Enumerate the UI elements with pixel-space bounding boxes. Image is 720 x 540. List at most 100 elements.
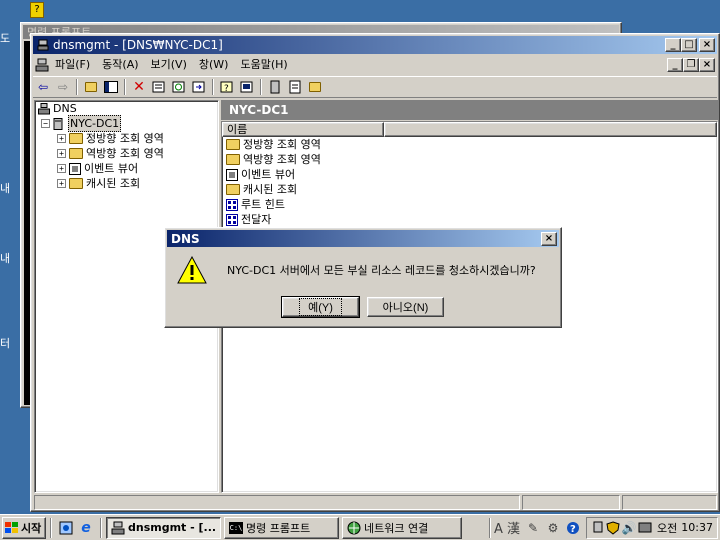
security-shield-icon[interactable] — [605, 519, 621, 537]
collapse-toggle[interactable]: − — [41, 119, 50, 128]
dialog-close-button[interactable]: × — [541, 231, 557, 246]
sound-icon[interactable]: 🔊 — [621, 519, 637, 537]
export-icon[interactable] — [189, 78, 209, 96]
system-tray: 🔊 오전 10:37 — [586, 516, 718, 539]
task-dnsmgmt[interactable]: dnsmgmt - [... — [106, 516, 221, 539]
maximize-button[interactable]: □ — [681, 38, 697, 52]
help-icon[interactable]: ? — [563, 519, 583, 537]
network-tray-icon[interactable] — [591, 519, 605, 537]
show-desktop-icon[interactable] — [56, 519, 76, 537]
status-bar-section-3 — [622, 495, 717, 510]
tree-item-label: 이벤트 뷰어 — [84, 162, 139, 175]
list-item-label: 전달자 — [241, 213, 272, 226]
up-folder-icon[interactable] — [81, 78, 101, 96]
console-view-icon[interactable] — [237, 78, 257, 96]
desktop-label-1: 도 — [0, 32, 11, 45]
list-item[interactable]: 이벤트 뷰어 — [222, 167, 717, 182]
refresh-icon[interactable] — [169, 78, 189, 96]
right-pane-header: NYC-DC1 — [221, 100, 718, 120]
start-button[interactable]: 시작 — [2, 516, 46, 539]
task-cmd[interactable]: C:\ 명령 프롬프트 — [224, 516, 339, 539]
internet-explorer-icon[interactable]: e — [76, 519, 96, 537]
tree-item-label: 캐시된 조회 — [86, 177, 141, 190]
tree-item-cached-lookups[interactable]: + 캐시된 조회 — [35, 176, 218, 191]
server-icon — [53, 117, 65, 130]
folder-icon — [69, 148, 83, 159]
menu-file[interactable]: 파일(F) — [49, 56, 96, 74]
menu-view[interactable]: 보기(V) — [145, 56, 193, 74]
time-period: 오전 — [657, 521, 678, 535]
zone-icon[interactable] — [305, 78, 325, 96]
svg-text:?: ? — [224, 84, 229, 93]
expand-toggle[interactable]: + — [57, 179, 66, 188]
child-restore-button[interactable]: ❐ — [683, 58, 699, 72]
menu-action[interactable]: 동작(A) — [96, 56, 144, 74]
expand-toggle[interactable]: + — [57, 134, 66, 143]
yes-button-label: 예(Y) — [299, 298, 342, 316]
column-header-empty[interactable] — [384, 122, 717, 137]
list-item[interactable]: 정방향 조회 영역 — [222, 137, 717, 152]
menu-window[interactable]: 창(W) — [193, 56, 235, 74]
dialog-message: NYC-DC1 서버에서 모든 부실 리소스 레코드를 청소하시겠습니까? — [227, 264, 536, 277]
start-label: 시작 — [21, 521, 42, 535]
forwarders-icon — [226, 213, 238, 226]
tree-item-label: 역방향 조회 영역 — [86, 147, 164, 160]
ime-indicator[interactable]: A 漢 — [494, 518, 520, 537]
toolbar: ⇦ ⇨ ✕ ? — [33, 76, 717, 98]
no-button[interactable]: 아니오(N) — [367, 297, 444, 317]
server-icon[interactable] — [265, 78, 285, 96]
folder-icon — [226, 154, 240, 165]
child-close-button[interactable]: × — [699, 58, 715, 72]
back-icon[interactable]: ⇦ — [33, 78, 53, 96]
task-label: 명령 프롬프트 — [246, 521, 311, 535]
help-icon[interactable]: ? — [30, 2, 44, 18]
tree-item-reverse-zones[interactable]: + 역방향 조회 영역 — [35, 146, 218, 161]
properties-icon[interactable] — [149, 78, 169, 96]
tree-item-event-viewer[interactable]: + 이벤트 뷰어 — [35, 161, 218, 176]
close-button[interactable]: × — [699, 38, 715, 52]
column-header-name[interactable]: 이름 — [222, 122, 384, 137]
root-hints-icon — [226, 198, 238, 211]
minimize-button[interactable]: _ — [665, 38, 681, 52]
ime-config-icon[interactable]: ⚙ — [543, 519, 563, 537]
dialog-title: DNS — [171, 231, 200, 246]
list-item[interactable]: 루트 힌트 — [222, 197, 717, 212]
list-item-label: 루트 힌트 — [241, 198, 285, 211]
list-icon[interactable] — [285, 78, 305, 96]
status-bar-section-2 — [522, 495, 620, 510]
expand-toggle[interactable]: + — [57, 164, 66, 173]
show-tree-icon[interactable] — [101, 78, 121, 96]
forward-icon[interactable]: ⇨ — [53, 78, 73, 96]
clock[interactable]: 10:37 — [681, 521, 713, 534]
help-book-icon[interactable]: ? — [217, 78, 237, 96]
menu-help[interactable]: 도움말(H) — [234, 56, 293, 74]
windows-logo-icon — [5, 521, 19, 534]
tree-item-label: DNS — [53, 102, 77, 115]
list-item-label: 역방향 조회 영역 — [243, 153, 321, 166]
list-item[interactable]: 전달자 — [222, 212, 717, 227]
mmc-app-icon — [37, 39, 49, 51]
expand-toggle[interactable]: + — [57, 149, 66, 158]
tree-item-label: 정방향 조회 영역 — [86, 132, 164, 145]
list-item[interactable]: 역방향 조회 영역 — [222, 152, 717, 167]
event-viewer-icon — [69, 162, 81, 175]
list-item-label: 캐시된 조회 — [243, 183, 298, 196]
folder-icon — [69, 178, 83, 189]
tree-item-server[interactable]: − NYC-DC1 — [35, 115, 218, 132]
child-minimize-button[interactable]: _ — [667, 58, 683, 72]
ime-tool-icon[interactable]: ✎ — [523, 519, 543, 537]
dns-icon — [38, 102, 50, 115]
main-window-titlebar[interactable]: dnsmgmt - [DNS₩NYC-DC1] _ □ × — [33, 36, 717, 54]
list-item[interactable]: 캐시된 조회 — [222, 182, 717, 197]
confirm-dialog[interactable]: DNS × NYC-DC1 서버에서 모든 부실 리소스 레코드를 청소하시겠습… — [164, 227, 562, 328]
task-network[interactable]: 네트워크 연결 — [342, 516, 462, 539]
mmc-task-icon — [111, 521, 125, 535]
display-icon[interactable] — [637, 519, 653, 537]
tree-item-dns[interactable]: DNS — [35, 101, 218, 116]
folder-icon — [226, 139, 240, 150]
task-label: 네트워크 연결 — [364, 521, 429, 535]
dialog-titlebar[interactable]: DNS × — [167, 230, 559, 247]
tree-item-forward-zones[interactable]: + 정방향 조회 영역 — [35, 131, 218, 146]
yes-button[interactable]: 예(Y) — [281, 296, 360, 318]
delete-icon[interactable]: ✕ — [129, 78, 149, 96]
